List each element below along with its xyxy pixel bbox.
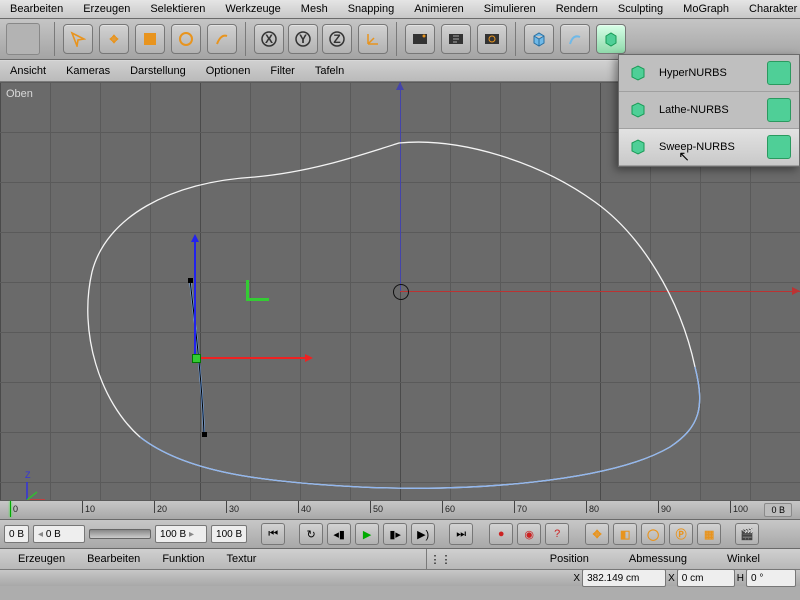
move-tool-button[interactable]: ✥	[99, 24, 129, 54]
coordinate-fields-bar: X 382.149 cm X 0 cm H 0 °	[0, 570, 800, 586]
nurbs-icon	[627, 62, 649, 84]
lock-axis-z-button[interactable]: Z	[322, 24, 352, 54]
viewport-label: Oben	[6, 88, 33, 100]
last-tool-button[interactable]	[207, 24, 237, 54]
menu-sculpting[interactable]: Sculpting	[608, 1, 673, 17]
menu-charakter[interactable]: Charakter	[739, 1, 800, 17]
svg-text:Y: Y	[299, 32, 307, 46]
nurbs-menu-button[interactable]	[596, 24, 626, 54]
keyframe-options-button[interactable]: ?	[545, 523, 569, 545]
record-key-button[interactable]: ●	[489, 523, 513, 545]
coord-label-abmessung: Abmessung	[629, 553, 687, 565]
position-x-field[interactable]: 382.149 cm	[582, 569, 666, 587]
mini-axis-gizmo: Z	[25, 470, 31, 480]
menu-bearbeiten[interactable]: Bearbeiten	[0, 1, 73, 17]
rotate-tool-button[interactable]	[171, 24, 201, 54]
play-button[interactable]: ▶	[355, 523, 379, 545]
viewmenu-kameras[interactable]: Kameras	[66, 65, 110, 77]
nurbs-menu-item-lathe-nurbs[interactable]: Lathe-NURBS	[619, 92, 799, 129]
render-settings-button[interactable]	[477, 24, 507, 54]
spline-pen-button[interactable]	[560, 24, 590, 54]
world-axis-z	[400, 82, 401, 291]
prev-key-button[interactable]: ◂▮	[327, 523, 351, 545]
key-move-button[interactable]: ✥	[585, 523, 609, 545]
range-end-field[interactable]: 100 B ▸	[155, 525, 207, 543]
rotation-h-field[interactable]: 0 °	[746, 569, 796, 587]
primitive-cube-button[interactable]	[524, 24, 554, 54]
undo-button[interactable]	[6, 23, 40, 55]
viewmenu-optionen[interactable]: Optionen	[206, 65, 251, 77]
render-view-button[interactable]	[405, 24, 435, 54]
spline-point[interactable]	[202, 432, 207, 437]
axis-handle-xz-plane[interactable]	[192, 354, 201, 363]
lock-axis-y-button[interactable]: Y	[288, 24, 318, 54]
nurbs-secondary-icon	[767, 135, 791, 159]
menu-erzeugen[interactable]: Erzeugen	[73, 1, 140, 17]
nurbs-secondary-icon	[767, 98, 791, 122]
nurbs-icon	[627, 136, 649, 158]
goto-end-button[interactable]: ⏭	[449, 523, 473, 545]
viewmenu-darstellung[interactable]: Darstellung	[130, 65, 186, 77]
coord-system-button[interactable]	[358, 24, 388, 54]
transport-bar: 0 B ◂ 0 B 100 B ▸ 100 B ⏮ ↻ ◂▮ ▶ ▮▸ ▶) ⏭…	[0, 520, 800, 549]
spline-point[interactable]	[188, 278, 193, 283]
play-sound-button[interactable]: ▶)	[411, 523, 435, 545]
scale-tool-button[interactable]	[135, 24, 165, 54]
menu-simulieren[interactable]: Simulieren	[474, 1, 546, 17]
axis-handle-z[interactable]	[194, 242, 196, 357]
axis-plane-indicator-icon	[246, 280, 269, 301]
key-scale-button[interactable]: ◧	[613, 523, 637, 545]
frame-end-field[interactable]: 100 B	[211, 525, 247, 543]
mouse-cursor-icon: ↖	[678, 148, 690, 165]
render-pv-button[interactable]	[441, 24, 471, 54]
range-slider[interactable]	[89, 529, 151, 539]
size-x-field[interactable]: 0 cm	[677, 569, 735, 587]
svg-text:X: X	[265, 32, 273, 46]
clapper-button[interactable]: 🎬	[735, 523, 759, 545]
tab-bearbeiten[interactable]: Bearbeiten	[87, 553, 140, 565]
axis-x-label: X	[573, 573, 580, 584]
tab-funktion[interactable]: Funktion	[162, 553, 204, 565]
frame-start-field[interactable]: 0 B	[4, 525, 29, 543]
viewmenu-tafeln[interactable]: Tafeln	[315, 65, 344, 77]
axis-handle-x[interactable]	[195, 357, 305, 359]
world-origin-icon	[393, 284, 409, 300]
autokey-button[interactable]: ◉	[517, 523, 541, 545]
menu-mesh[interactable]: Mesh	[291, 1, 338, 17]
menu-snapping[interactable]: Snapping	[338, 1, 405, 17]
nurbs-dropdown-menu: HyperNURBSLathe-NURBSSweep-NURBS	[618, 54, 800, 167]
viewmenu-ansicht[interactable]: Ansicht	[10, 65, 46, 77]
menu-werkzeuge[interactable]: Werkzeuge	[215, 1, 290, 17]
menu-mograph[interactable]: MoGraph	[673, 1, 739, 17]
current-frame-field[interactable]: 0 B	[764, 503, 792, 517]
nurbs-menu-item-hypernurbs[interactable]: HyperNURBS	[619, 55, 799, 92]
nurbs-secondary-icon	[767, 61, 791, 85]
loop-button[interactable]: ↻	[299, 523, 323, 545]
next-key-button[interactable]: ▮▸	[383, 523, 407, 545]
lock-axis-x-button[interactable]: X	[254, 24, 284, 54]
range-start-field[interactable]: ◂ 0 B	[33, 525, 85, 543]
nurbs-menu-item-sweep-nurbs[interactable]: Sweep-NURBS	[619, 129, 799, 166]
world-axis-x	[400, 291, 800, 292]
timeline-ruler[interactable]: 0 B 0102030405060708090100	[0, 500, 800, 520]
coord-label-winkel: Winkel	[727, 553, 760, 565]
select-tool-button[interactable]	[63, 24, 93, 54]
nurbs-icon	[627, 99, 649, 121]
menu-rendern[interactable]: Rendern	[546, 1, 608, 17]
key-rotate-button[interactable]: ◯	[641, 523, 665, 545]
tab-textur[interactable]: Textur	[227, 553, 257, 565]
main-menu-bar[interactable]: BearbeitenErzeugenSelektierenWerkzeugeMe…	[0, 0, 800, 19]
coord-label-position: Position	[550, 553, 589, 565]
svg-text:Z: Z	[333, 32, 340, 46]
key-param-button[interactable]: Ⓟ	[669, 523, 693, 545]
menu-selektieren[interactable]: Selektieren	[140, 1, 215, 17]
key-pla-button[interactable]: ▦	[697, 523, 721, 545]
goto-start-button[interactable]: ⏮	[261, 523, 285, 545]
attribute-tabs: ErzeugenBearbeitenFunktionTextur ⋮⋮ Posi…	[0, 549, 800, 570]
viewmenu-filter[interactable]: Filter	[270, 65, 294, 77]
tab-erzeugen[interactable]: Erzeugen	[18, 553, 65, 565]
menu-animieren[interactable]: Animieren	[404, 1, 474, 17]
